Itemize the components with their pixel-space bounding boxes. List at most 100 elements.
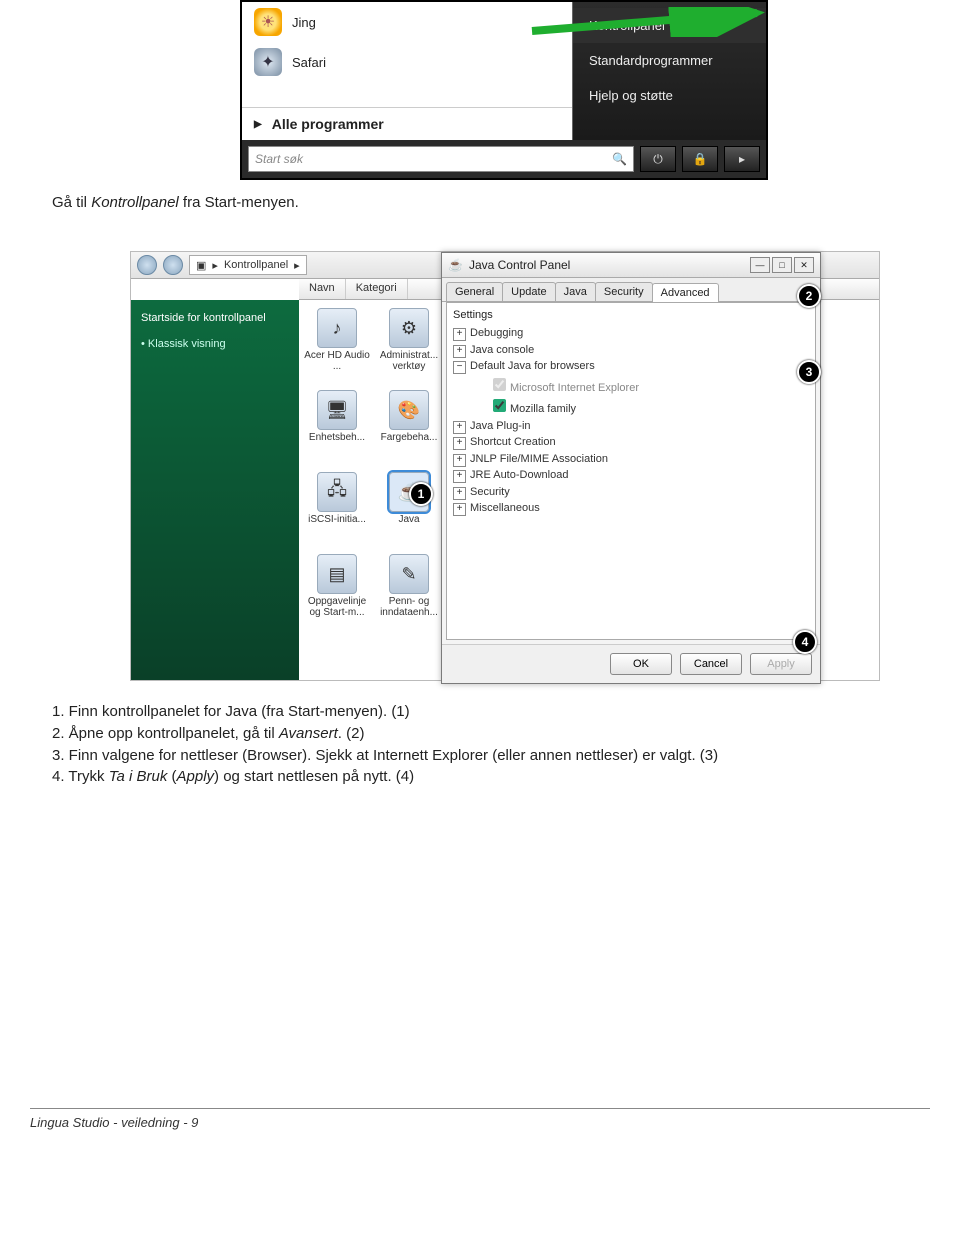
lock-button[interactable]: 🔒 <box>682 146 718 172</box>
nav-back-icon[interactable] <box>137 255 157 275</box>
tree-node[interactable]: Java Plug-in <box>470 420 531 432</box>
tree-node[interactable]: Security <box>470 486 510 498</box>
start-menu-top: ☀ Jing ✦ Safari ▶ Alle programmer Kontro… <box>242 2 766 140</box>
triangle-right-icon: ▶ <box>254 119 262 130</box>
jcp-content: Settings + Debugging + Java console −Defau… <box>446 302 816 640</box>
power-menu-button[interactable]: ▸ <box>724 146 760 172</box>
java-icon: ☕ <box>448 258 463 272</box>
tree-node[interactable]: JRE Auto-Download <box>470 469 568 481</box>
instruction-2: 2. Åpne opp kontrollpanelet, gå til Avan… <box>52 723 930 745</box>
instruction-3: 3. Finn valgene for nettleser (Browser).… <box>52 745 930 767</box>
pen-icon: ✎ <box>389 554 429 594</box>
cp-icon-device-manager[interactable]: 🖥Enhetsbeh... <box>303 390 371 468</box>
start-menu-bottom: Start søk 🔍 ⏻ 🔒 ▸ <box>242 140 766 178</box>
apply-button[interactable]: Apply <box>750 653 812 675</box>
breadcrumb-label: Kontrollpanel <box>224 259 288 271</box>
expand-icon[interactable]: + <box>453 345 466 358</box>
taskbar-icon: ▤ <box>317 554 357 594</box>
tree-leaf: Microsoft Internet Explorer <box>510 382 639 394</box>
sidebar-classic-view-link[interactable]: Klassisk visning <box>141 338 289 350</box>
instruction-4: 4. Trykk Ta i Bruk (Apply) og start nett… <box>52 766 930 788</box>
tab-java[interactable]: Java <box>555 282 596 301</box>
caption-em: Kontrollpanel <box>91 194 179 211</box>
collapse-icon[interactable]: − <box>453 361 466 374</box>
jcp-tabs: General Update Java Security Advanced <box>442 278 820 302</box>
column-category[interactable]: Kategori <box>346 279 408 299</box>
expand-icon[interactable]: + <box>453 437 466 450</box>
footer-rule <box>30 1108 930 1109</box>
page-footer: Lingua Studio - veiledning - 9 <box>30 1115 960 1130</box>
expand-icon[interactable]: + <box>453 503 466 516</box>
expand-icon[interactable]: + <box>453 421 466 434</box>
tree-node[interactable]: Shortcut Creation <box>470 436 556 448</box>
all-programs-label: Alle programmer <box>272 116 384 132</box>
cp-icon-java[interactable]: ☕Java <box>375 472 443 550</box>
search-icon: 🔍 <box>612 152 627 166</box>
checkbox-mozilla[interactable] <box>493 399 506 412</box>
iscsi-icon: 🖧 <box>317 472 357 512</box>
cp-icon-iscsi[interactable]: 🖧iSCSI-initia... <box>303 472 371 550</box>
start-menu-right-pane: Kontrollpanel Standardprogrammer Hjelp o… <box>573 2 766 140</box>
maximize-button[interactable]: □ <box>772 257 792 273</box>
tools-icon: ⚙ <box>389 308 429 348</box>
start-menu-link-hjelp[interactable]: Hjelp og støtte <box>573 78 766 113</box>
breadcrumb[interactable]: ▣ ▸ Kontrollpanel ▸ <box>189 255 307 275</box>
start-menu-item-label: Safari <box>292 55 326 70</box>
instruction-1: 1. Finn kontrollpanelet for Java (fra St… <box>52 701 930 723</box>
tab-advanced[interactable]: Advanced <box>652 283 719 302</box>
device-icon: 🖥 <box>317 390 357 430</box>
tab-update[interactable]: Update <box>502 282 555 301</box>
cancel-button[interactable]: Cancel <box>680 653 742 675</box>
sun-icon: ☀ <box>254 8 282 36</box>
callout-1: 1 <box>409 482 433 506</box>
checkbox-ie[interactable] <box>493 378 506 391</box>
start-menu-item-jing[interactable]: ☀ Jing <box>242 2 572 42</box>
start-menu-item-label: Jing <box>292 15 316 30</box>
start-menu-left-pane: ☀ Jing ✦ Safari ▶ Alle programmer <box>242 2 573 140</box>
start-menu-link-standardprogrammer[interactable]: Standardprogrammer <box>573 43 766 78</box>
control-panel-sidebar: Startside for kontrollpanel Klassisk vis… <box>131 300 299 680</box>
settings-tree: + Debugging + Java console −Default Java f… <box>453 325 809 517</box>
caption-text: fra Start-menyen. <box>179 194 299 211</box>
expand-icon[interactable]: + <box>453 328 466 341</box>
tab-security[interactable]: Security <box>595 282 653 301</box>
search-input[interactable]: Start søk 🔍 <box>248 146 634 172</box>
sidebar-task-label: Startside for kontrollpanel <box>141 312 289 324</box>
cp-icon-pen-input[interactable]: ✎Penn- og inndataenh... <box>375 554 443 632</box>
java-control-panel-window: ☕ Java Control Panel — □ ✕ General Updat… <box>441 252 821 684</box>
color-icon: 🎨 <box>389 390 429 430</box>
start-menu-item-safari[interactable]: ✦ Safari <box>242 42 572 82</box>
control-panel-figure: ▣ ▸ Kontrollpanel ▸ Navn Kategori Starts… <box>130 251 880 681</box>
power-button[interactable]: ⏻ <box>640 146 676 172</box>
close-button[interactable]: ✕ <box>794 257 814 273</box>
settings-label: Settings <box>453 309 809 321</box>
jcp-button-row: OK Cancel Apply <box>442 644 820 683</box>
callout-4: 4 <box>793 630 817 654</box>
tree-node[interactable]: Miscellaneous <box>470 502 540 514</box>
cp-icon-admin-tools[interactable]: ⚙Administrat... verktøy <box>375 308 443 386</box>
expand-icon[interactable]: + <box>453 454 466 467</box>
tree-node[interactable]: Java console <box>470 344 534 356</box>
start-menu-link-kontrollpanel[interactable]: Kontrollpanel <box>573 8 766 43</box>
callout-3: 3 <box>797 360 821 384</box>
tab-general[interactable]: General <box>446 282 503 301</box>
caption-text: Gå til <box>52 194 91 211</box>
ok-button[interactable]: OK <box>610 653 672 675</box>
compass-icon: ✦ <box>254 48 282 76</box>
cp-icon-color-management[interactable]: 🎨Fargebeha... <box>375 390 443 468</box>
all-programs-button[interactable]: ▶ Alle programmer <box>242 107 572 140</box>
tree-node[interactable]: Debugging <box>470 327 523 339</box>
cp-icon-taskbar[interactable]: ▤Oppgavelinje og Start-m... <box>303 554 371 632</box>
column-name[interactable]: Navn <box>299 279 346 299</box>
minimize-button[interactable]: — <box>750 257 770 273</box>
nav-forward-icon[interactable] <box>163 255 183 275</box>
cp-icon-acer-hd-audio[interactable]: ♪Acer HD Audio ... <box>303 308 371 386</box>
search-placeholder: Start søk <box>255 152 303 166</box>
tree-node[interactable]: JNLP File/MIME Association <box>470 453 608 465</box>
expand-icon[interactable]: + <box>453 470 466 483</box>
tree-node[interactable]: Default Java for browsers <box>470 360 595 372</box>
expand-icon[interactable]: + <box>453 487 466 500</box>
instructions-list: 1. Finn kontrollpanelet for Java (fra St… <box>52 701 930 788</box>
folder-icon: ▣ <box>196 259 206 272</box>
jcp-title-label: Java Control Panel <box>469 258 570 272</box>
